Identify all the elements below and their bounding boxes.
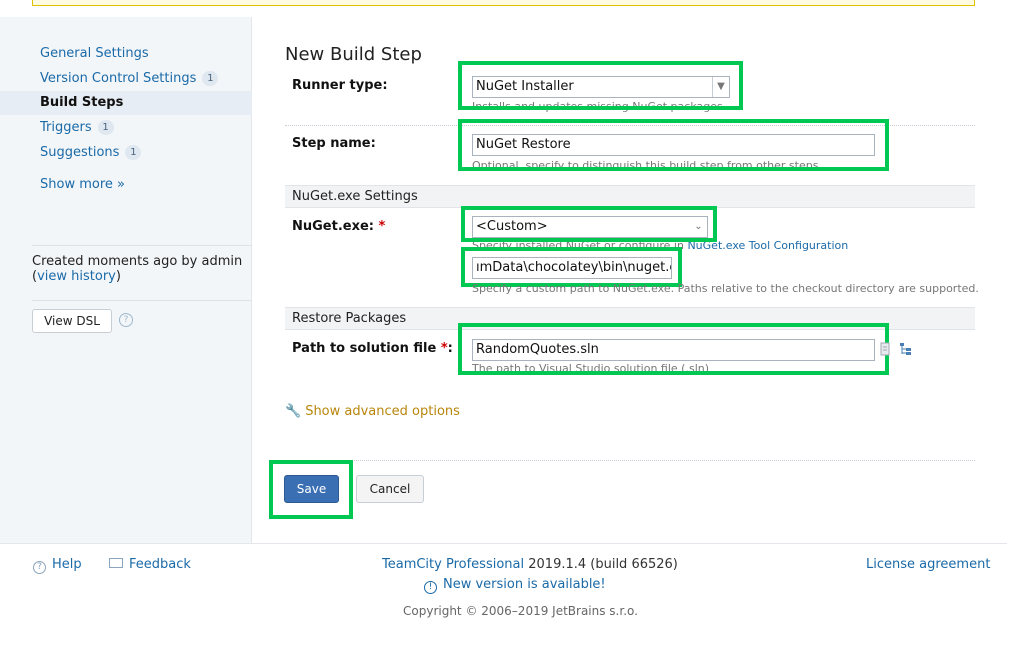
new-version-label: New version is available!	[443, 577, 606, 592]
sidebar-item-label: General Settings	[40, 46, 149, 61]
feedback-link[interactable]: Feedback	[109, 557, 191, 572]
new-version-link[interactable]: ! New version is available!	[424, 577, 606, 594]
show-advanced-options-link[interactable]: 🔧 Show advanced options	[285, 404, 460, 419]
highlight-box	[269, 460, 353, 519]
divider	[285, 460, 975, 461]
sidebar-item-general-settings[interactable]: General Settings	[0, 42, 252, 66]
count-badge: 1	[97, 120, 114, 135]
solution-path-label: Path to solution file *:	[292, 341, 453, 356]
sidebar-item-version-control[interactable]: Version Control Settings 1	[0, 67, 252, 91]
sidebar-item-label: Suggestions	[40, 145, 120, 160]
divider	[32, 245, 252, 246]
divider	[32, 300, 252, 301]
count-badge: 1	[202, 71, 219, 86]
sidebar-item-build-steps[interactable]: Build Steps	[0, 91, 252, 115]
highlight-box	[458, 119, 889, 171]
highlight-box	[461, 247, 682, 287]
wrench-icon: 🔧	[285, 404, 302, 419]
version-text: 2019.1.4 (build 66526)	[528, 557, 678, 572]
advanced-label: Show advanced options	[305, 404, 460, 419]
view-history-link[interactable]: view history	[37, 269, 116, 284]
page-title: New Build Step	[285, 44, 422, 65]
help-icon[interactable]: ?	[119, 313, 133, 327]
exclamation-icon: !	[424, 581, 437, 594]
product-link[interactable]: TeamCity Professional	[382, 557, 524, 572]
highlight-box	[458, 61, 743, 110]
nuget-path-hint: Specify a custom path to NuGet.exe. Path…	[472, 282, 979, 295]
cancel-button[interactable]: Cancel	[356, 475, 424, 503]
help-label: Help	[52, 557, 82, 572]
sidebar-item-label: Triggers	[40, 120, 92, 135]
section-nuget-settings: NuGet.exe Settings	[285, 185, 975, 208]
show-more-link[interactable]: Show more »	[40, 177, 125, 192]
created-text: Created moments ago by admin	[32, 254, 243, 269]
step-name-label: Step name:	[292, 136, 376, 151]
help-link[interactable]: ? Help	[33, 557, 82, 574]
highlight-box	[461, 206, 717, 242]
version-info: TeamCity Professional 2019.1.4 (build 66…	[382, 557, 678, 572]
created-info: Created moments ago by admin (view histor…	[32, 254, 243, 284]
license-agreement-link[interactable]: License agreement	[866, 557, 990, 572]
sidebar-item-label: Version Control Settings	[40, 71, 197, 86]
help-icon: ?	[33, 561, 46, 574]
nuget-exe-label: NuGet.exe: *	[292, 219, 386, 234]
feedback-label: Feedback	[129, 557, 191, 572]
sidebar-item-label: Build Steps	[40, 95, 124, 110]
sidebar: General Settings Version Control Setting…	[0, 17, 252, 543]
runner-type-label: Runner type:	[292, 78, 388, 93]
envelope-icon	[109, 558, 123, 568]
highlight-box	[458, 323, 889, 375]
count-badge: 1	[125, 145, 142, 160]
document-icon[interactable]	[880, 342, 890, 356]
sidebar-item-suggestions[interactable]: Suggestions 1	[0, 141, 252, 165]
copyright-text: Copyright © 2006–2019 JetBrains s.r.o.	[403, 604, 638, 618]
top-notice-bar	[32, 0, 975, 6]
sidebar-item-triggers[interactable]: Triggers 1	[0, 116, 252, 140]
tree-browse-icon[interactable]	[899, 342, 913, 356]
view-dsl-button[interactable]: View DSL	[32, 309, 112, 333]
footer-divider	[0, 543, 1007, 544]
